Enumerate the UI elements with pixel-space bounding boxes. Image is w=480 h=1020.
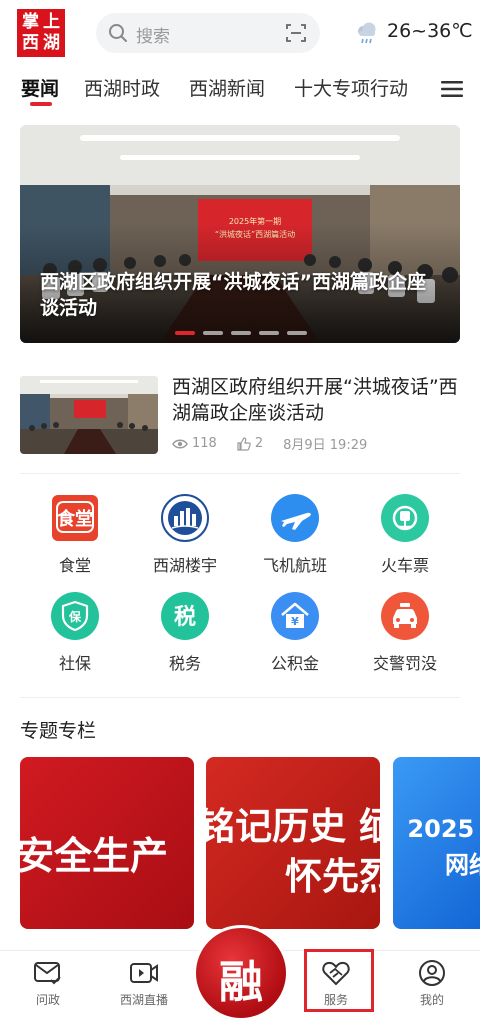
- service-label: 税务: [168, 654, 201, 673]
- search-bar[interactable]: 搜索: [96, 13, 320, 53]
- hero-title[interactable]: 西湖区政府组织开展“洪城夜话”西湖篇政企座谈活动: [40, 269, 440, 321]
- services-highlight-box: [304, 949, 374, 1012]
- airplane-icon: [271, 494, 319, 542]
- train-icon: [381, 494, 429, 542]
- topic-card-safety[interactable]: 安全生产: [20, 757, 194, 929]
- tax-icon: 税: [161, 592, 209, 640]
- nav-label: 我的: [419, 993, 444, 1007]
- news-thumbnail: [20, 376, 158, 454]
- service-tax[interactable]: 税 税务: [135, 592, 235, 682]
- carousel-dot: [203, 331, 223, 335]
- logo-char: 湖: [43, 33, 60, 53]
- housing-fund-icon: ¥: [271, 592, 319, 640]
- search-placeholder: 搜索: [136, 27, 170, 47]
- news-meta: 118 2 8月9日 19:29: [172, 434, 367, 453]
- service-label: 火车票: [380, 556, 429, 575]
- tab-xihu-politics[interactable]: 西湖时政: [84, 74, 160, 101]
- service-label: 社保: [58, 654, 91, 673]
- building-seal-icon: [161, 494, 209, 542]
- topic-card-text: 2025 中国网络: [407, 815, 480, 879]
- svg-text:食堂: 食堂: [56, 508, 93, 530]
- tab-special-actions[interactable]: 十大专项行动: [294, 74, 408, 101]
- service-label: 西湖楼宇: [152, 556, 217, 575]
- rong-center-icon: 融: [219, 957, 263, 1008]
- nav-label: 西湖直播: [119, 993, 168, 1007]
- news-list-item[interactable]: 西湖区政府组织开展“洪城夜话”西湖篇政企座谈活动 118 2 8月9日 19:2…: [20, 374, 460, 456]
- channel-tabs: 要闻 西湖时政 西湖新闻 十大专项行动: [0, 66, 480, 112]
- svg-text:税: 税: [174, 604, 196, 630]
- traffic-police-icon: [381, 592, 429, 640]
- eye-icon: [172, 439, 188, 448]
- service-label: 食堂: [58, 556, 91, 575]
- app-logo[interactable]: 掌 上 西 湖: [17, 9, 65, 57]
- section-title-topics: 专题专栏: [20, 720, 97, 742]
- like-count: 2: [254, 436, 264, 451]
- video-play-icon: [130, 963, 158, 983]
- carousel-dot: [287, 331, 307, 335]
- topic-card-text: 铭记历史 缅怀先烈: [206, 804, 380, 898]
- svg-text:保: 保: [68, 609, 82, 624]
- divider: [20, 697, 460, 698]
- thumbs-up-icon[interactable]: [237, 436, 251, 451]
- service-label: 飞机航班: [262, 556, 327, 575]
- service-flights[interactable]: 飞机航班: [245, 494, 345, 584]
- rong-center-button[interactable]: 融: [193, 925, 289, 1020]
- active-tab-indicator: [30, 102, 52, 106]
- service-housing-fund[interactable]: ¥ 公积金: [245, 592, 345, 682]
- service-label: 公积金: [270, 654, 319, 673]
- scan-icon[interactable]: [286, 23, 306, 43]
- logo-char: 上: [43, 12, 60, 32]
- svg-text:¥: ¥: [291, 615, 299, 628]
- carousel-dot: [231, 331, 251, 335]
- search-icon: [109, 24, 127, 42]
- cloud-rain-icon: [358, 22, 376, 44]
- user-icon: [419, 960, 445, 986]
- topic-card-history[interactable]: 铭记历史 缅怀先烈: [206, 757, 380, 929]
- view-count: 118: [192, 436, 217, 451]
- publish-date: 8月9日 19:29: [283, 438, 368, 453]
- topic-card-cyber[interactable]: 2025 中国网络: [393, 757, 480, 929]
- service-social-security[interactable]: 保 社保: [25, 592, 125, 682]
- temperature-label: 26~36℃: [387, 20, 473, 42]
- news-title[interactable]: 西湖区政府组织开展“洪城夜话”西湖篇政企座谈活动: [172, 374, 460, 426]
- top-header: 掌 上 西 湖 搜索 26~36℃: [0, 0, 480, 66]
- mail-check-icon: [34, 962, 61, 985]
- carousel-dot: [259, 331, 279, 335]
- nav-label: 问政: [35, 993, 60, 1007]
- topic-card-text: 安全生产: [20, 833, 169, 878]
- service-label: 交警罚没: [372, 654, 437, 673]
- service-train-tickets[interactable]: 火车票: [355, 494, 455, 584]
- tab-headlines[interactable]: 要闻: [21, 74, 59, 101]
- carousel-dot-active: [175, 331, 195, 335]
- nav-item-inquiry[interactable]: 问政: [8, 959, 88, 1015]
- social-security-icon: 保: [51, 592, 99, 640]
- service-traffic-fines[interactable]: 交警罚没: [355, 592, 455, 682]
- tab-xihu-news[interactable]: 西湖新闻: [189, 74, 265, 101]
- logo-char: 西: [22, 33, 39, 53]
- divider: [20, 473, 460, 474]
- service-xihu-buildings[interactable]: 西湖楼宇: [135, 494, 235, 584]
- hero-carousel[interactable]: 2025年第一期 “洪城夜话”西湖篇活动 西湖区政府组织开展“洪城夜话”西湖篇政…: [20, 125, 460, 343]
- nav-item-live[interactable]: 西湖直播: [104, 959, 184, 1015]
- service-canteen[interactable]: 食堂 食堂: [25, 494, 125, 584]
- logo-char: 掌: [22, 12, 39, 32]
- nav-item-profile[interactable]: 我的: [392, 959, 472, 1015]
- canteen-icon: 食堂: [51, 494, 99, 542]
- carousel-dots: [175, 331, 307, 335]
- menu-icon[interactable]: [441, 80, 463, 98]
